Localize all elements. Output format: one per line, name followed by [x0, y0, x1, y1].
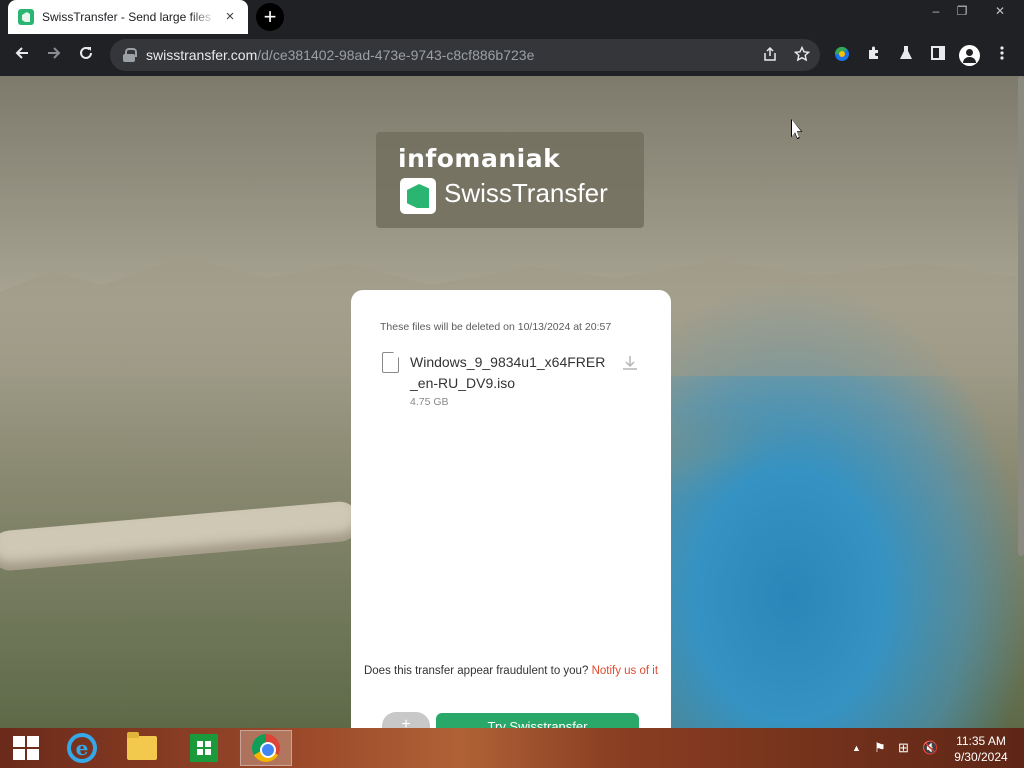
transfer-card: These files will be deleted on 10/13/202…	[351, 290, 671, 728]
volume-muted-icon[interactable]: 🔇	[922, 740, 938, 756]
tab-title: SwissTransfer - Send large files	[42, 10, 211, 24]
new-tab-button[interactable]: +	[256, 3, 284, 31]
extension-colorful-icon[interactable]	[832, 45, 852, 65]
side-panel-icon[interactable]	[928, 45, 948, 65]
taskbar-file-explorer[interactable]	[116, 730, 168, 766]
chrome-icon	[252, 734, 280, 762]
close-window-button[interactable]: ✕	[985, 0, 1015, 22]
download-all-button[interactable]: +	[382, 712, 430, 728]
notify-link[interactable]: Notify us of it	[592, 665, 658, 677]
extensions-puzzle-icon[interactable]	[864, 45, 884, 65]
start-button[interactable]	[0, 730, 52, 766]
store-icon	[190, 734, 218, 762]
tab-close-icon[interactable]: ×	[222, 9, 238, 25]
infomaniak-brand: infomaniak	[398, 144, 561, 173]
bookmark-star-icon[interactable]	[792, 45, 812, 66]
menu-kebab-icon[interactable]	[992, 45, 1012, 65]
show-hidden-icons[interactable]: ▲	[852, 740, 861, 756]
fraud-notice: Does this transfer appear fraudulent to …	[351, 664, 671, 679]
clock-time: 11:35 AM	[956, 734, 1006, 748]
folder-icon	[127, 732, 157, 760]
windows-taskbar: e ▲ ⚑ ⊞ 🔇	[0, 728, 1024, 768]
expiry-notice: These files will be deleted on 10/13/202…	[380, 321, 612, 333]
reload-icon[interactable]	[72, 41, 100, 69]
forward-arrow-icon[interactable]	[40, 41, 68, 69]
network-icon[interactable]: ⊞	[898, 740, 909, 756]
file-name: Windows_9_9834u1_x64FRER_en-RU_DV9.iso	[410, 354, 606, 391]
fraud-question: Does this transfer appear fraudulent to …	[363, 665, 589, 677]
browser-tab-strip: SwissTransfer - Send large files × + – ❐…	[0, 0, 1024, 34]
windows-logo-icon	[13, 736, 39, 760]
lab-flask-icon[interactable]	[896, 45, 916, 65]
swisstransfer-logo-icon	[400, 178, 436, 214]
internet-explorer-icon: e	[67, 733, 97, 763]
product-name: SwissTransfer	[444, 178, 608, 208]
background-branch	[0, 499, 362, 573]
restore-button[interactable]: ❐	[947, 0, 977, 22]
address-bar[interactable]: swisstransfer.com/d/ce381402-98ad-473e-9…	[110, 39, 820, 71]
taskbar-store[interactable]	[178, 730, 230, 766]
share-icon[interactable]	[760, 46, 780, 66]
taskbar-internet-explorer[interactable]: e	[56, 730, 108, 766]
tab-swisstransfer[interactable]: SwissTransfer - Send large files ×	[8, 0, 248, 34]
file-size: 4.75 GB	[410, 396, 449, 408]
lock-icon	[122, 48, 137, 62]
try-swisstransfer-button[interactable]: Try Swisstransfer	[436, 713, 639, 728]
file-icon	[382, 352, 399, 373]
download-icon[interactable]	[620, 354, 640, 374]
mouse-pointer-icon	[792, 120, 801, 138]
page-scrollbar[interactable]	[1018, 76, 1024, 556]
brand-logo-panel: infomaniak SwissTransfer	[376, 132, 644, 228]
swisstransfer-favicon-icon	[18, 9, 34, 25]
clock-date: 9/30/2024	[954, 750, 1008, 764]
url-text: swisstransfer.com/d/ce381402-98ad-473e-9…	[146, 47, 535, 63]
taskbar-chrome[interactable]	[240, 730, 292, 766]
back-arrow-icon[interactable]	[8, 41, 36, 69]
taskbar-clock[interactable]: 11:35 AM 9/30/2024	[948, 733, 1014, 765]
browser-toolbar: swisstransfer.com/d/ce381402-98ad-473e-9…	[0, 34, 1024, 76]
action-center-flag-icon[interactable]: ⚑	[874, 740, 886, 756]
page-viewport: infomaniak SwissTransfer These files wil…	[0, 76, 1024, 728]
profile-avatar-icon[interactable]	[959, 45, 980, 66]
